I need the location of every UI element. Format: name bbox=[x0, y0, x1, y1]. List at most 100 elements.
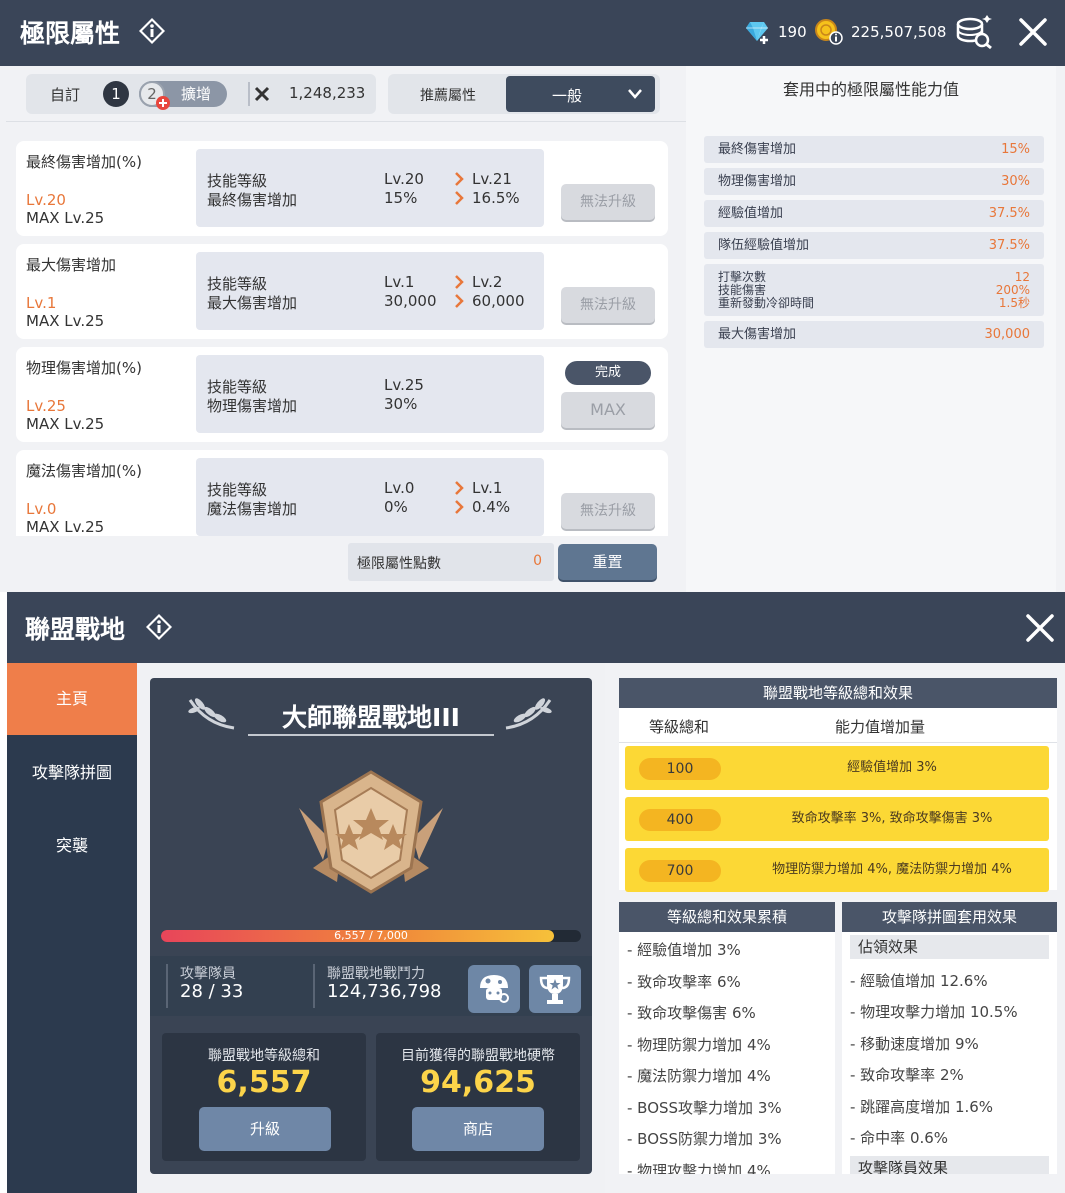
upgrade-button-disabled[interactable]: 無法升級 bbox=[561, 493, 655, 529]
members-detail-button[interactable] bbox=[468, 965, 520, 1013]
stat-card-physical-damage: 物理傷害增加(%) Lv.25 MAX Lv.25 技能等級 物理傷害增加 Lv… bbox=[16, 347, 668, 442]
current-value: 0% bbox=[384, 498, 408, 516]
puzzle-effects-panel: 攻擊隊拼圖套用效果 佔領效果 - 經驗值增加 12.6% - 物理攻擊力增加 1… bbox=[842, 902, 1057, 1174]
current-level: Lv.20 bbox=[384, 170, 424, 188]
points-label: 極限屬性點數 bbox=[357, 556, 441, 572]
crossed-swords-icon bbox=[254, 86, 270, 102]
coins-label: 目前獲得的聯盟戰地硬幣 bbox=[401, 1048, 555, 1064]
reset-button[interactable]: 重置 bbox=[558, 544, 657, 580]
chevron-right-icon bbox=[455, 275, 464, 289]
applied-title: 套用中的極限屬性能力值 bbox=[782, 80, 959, 99]
shop-button[interactable]: 商店 bbox=[412, 1107, 544, 1151]
add-icon bbox=[156, 96, 170, 110]
bottom-header: 聯盟戰地 bbox=[7, 592, 1065, 663]
recommend-label: 推薦屬性 bbox=[420, 88, 476, 104]
chevron-right-icon bbox=[455, 172, 464, 186]
level-total-box: 聯盟戰地等級總和 6,557 升級 bbox=[162, 1033, 366, 1161]
divider bbox=[313, 964, 315, 1008]
list-item: - 經驗值增加 12.6% bbox=[850, 972, 988, 990]
nav-item-home[interactable]: 主頁 bbox=[7, 663, 137, 735]
row-label-skill-level: 技能等級 bbox=[207, 378, 268, 396]
page-title: 極限屬性 bbox=[20, 19, 121, 48]
nav-item-raid[interactable]: 突襲 bbox=[7, 810, 137, 882]
chevron-right-icon bbox=[455, 294, 464, 308]
divider bbox=[248, 82, 250, 106]
max-button[interactable]: MAX bbox=[561, 392, 655, 428]
row-label-effect: 魔法傷害增加 bbox=[207, 500, 298, 518]
union-rank-card: 大師聯盟戰地III 6,557 / 7,000 攻擊隊員 28 / 33 聯盟戰… bbox=[150, 678, 592, 1174]
stat-name: 魔法傷害增加(%) bbox=[26, 462, 142, 480]
current-value: 15% bbox=[384, 189, 418, 207]
chevron-down-icon bbox=[628, 89, 642, 99]
applied-label: 物理傷害增加 bbox=[718, 174, 797, 189]
current-level: Lv.25 bbox=[384, 376, 424, 394]
applied-label: 最終傷害增加 bbox=[718, 142, 797, 157]
upgrade-button-disabled[interactable]: 無法升級 bbox=[561, 287, 655, 323]
applied-value: 1.5秒 bbox=[998, 296, 1030, 310]
rank-progress-text: 6,557 / 7,000 bbox=[334, 929, 408, 942]
separator bbox=[619, 742, 1057, 743]
members-value: 28 / 33 bbox=[180, 981, 244, 1002]
chevron-right-icon bbox=[455, 500, 464, 514]
cumulative-title: 等級總和效果累積 bbox=[619, 902, 835, 932]
row-label-skill-level: 技能等級 bbox=[207, 172, 268, 190]
puzzle-title: 攻擊隊拼圖套用效果 bbox=[842, 902, 1057, 932]
chevron-right-icon bbox=[455, 191, 464, 205]
close-icon[interactable] bbox=[1025, 613, 1055, 643]
coins-box: 目前獲得的聯盟戰地硬幣 94,625 商店 bbox=[376, 1033, 580, 1161]
recommend-dropdown[interactable]: 一般 bbox=[506, 76, 655, 112]
list-item: - 移動速度增加 9% bbox=[850, 1035, 979, 1053]
next-level: Lv.1 bbox=[472, 479, 503, 497]
coins-value: 94,625 bbox=[420, 1065, 536, 1100]
list-item: - 致命攻擊率 6% bbox=[627, 973, 741, 991]
level-threshold: 400 bbox=[639, 809, 721, 831]
separator bbox=[6, 121, 686, 122]
points-bar: 極限屬性點數 0 bbox=[348, 543, 554, 581]
attributes-list-area: 自訂 1 擴增 2 1,248,233 推薦屬性 一般 最終傷害增加(%) Lv… bbox=[6, 66, 686, 592]
row-label-skill-level: 技能等級 bbox=[207, 275, 268, 293]
list-item: - BOSS防禦力增加 3% bbox=[627, 1130, 782, 1148]
divider bbox=[166, 964, 168, 1008]
stat-max-level: MAX Lv.25 bbox=[26, 518, 105, 536]
stat-card-final-damage: 最終傷害增加(%) Lv.20 MAX Lv.25 技能等級 最終傷害增加 Lv… bbox=[16, 141, 668, 236]
meso-count: 225,507,508 bbox=[851, 23, 947, 41]
stat-max-level: MAX Lv.25 bbox=[26, 415, 105, 433]
close-icon[interactable] bbox=[1018, 17, 1048, 47]
nav-item-puzzle[interactable]: 攻擊隊拼圖 bbox=[7, 737, 137, 809]
level-effect-row: 400 致命攻擊率 3%, 致命攻擊傷害 3% bbox=[625, 797, 1049, 841]
occupy-effect-header: 佔領效果 bbox=[850, 935, 1049, 959]
list-item: - BOSS攻擊力增加 3% bbox=[627, 1099, 782, 1117]
mushroom-link-icon bbox=[480, 975, 510, 1003]
level-total-value: 6,557 bbox=[216, 1065, 312, 1100]
stat-level: Lv.20 bbox=[26, 191, 66, 209]
level-up-button[interactable]: 升級 bbox=[199, 1107, 331, 1151]
preset-1-button[interactable]: 1 bbox=[103, 81, 129, 107]
stat-name: 物理傷害增加(%) bbox=[26, 359, 142, 377]
stat-detail-box: 技能等級 最大傷害增加 Lv.1 30,000 Lv.2 60,000 bbox=[196, 252, 544, 330]
applied-value: 15% bbox=[1001, 142, 1030, 157]
stat-card-max-damage: 最大傷害增加 Lv.1 MAX Lv.25 技能等級 最大傷害增加 Lv.1 3… bbox=[16, 244, 668, 339]
ranking-button[interactable] bbox=[529, 965, 581, 1013]
current-value: 30,000 bbox=[384, 292, 437, 310]
info-icon[interactable] bbox=[145, 613, 173, 641]
applied-row: 物理傷害增加 30% bbox=[704, 168, 1044, 195]
stat-detail-box: 技能等級 魔法傷害增加 Lv.0 0% Lv.1 0.4% bbox=[196, 458, 544, 536]
row-label-effect: 最大傷害增加 bbox=[207, 294, 298, 312]
row-label-effect: 最終傷害增加 bbox=[207, 191, 298, 209]
level-effect-text: 致命攻擊率 3%, 致命攻擊傷害 3% bbox=[791, 811, 993, 826]
info-icon[interactable] bbox=[138, 17, 166, 45]
coin-search-icon[interactable] bbox=[954, 14, 994, 50]
title-underline bbox=[248, 734, 494, 736]
members-label: 攻擊隊員 bbox=[180, 966, 236, 982]
list-item: - 命中率 0.6% bbox=[850, 1129, 949, 1147]
complete-badge: 完成 bbox=[565, 361, 651, 385]
column-stat-increase: 能力值增加量 bbox=[835, 718, 926, 736]
applied-value: 30% bbox=[1001, 174, 1030, 189]
stat-detail-box: 技能等級 最終傷害增加 Lv.20 15% Lv.21 16.5% bbox=[196, 149, 544, 227]
applied-label: 隊伍經驗值增加 bbox=[718, 238, 810, 253]
page-title: 聯盟戰地 bbox=[25, 615, 126, 644]
points-value: 0 bbox=[533, 553, 542, 569]
extreme-attributes-panel: 極限屬性 190 225,507,508 自訂 1 擴增 2 1,248,233… bbox=[0, 0, 1065, 592]
dropdown-value: 一般 bbox=[552, 87, 583, 105]
upgrade-button-disabled[interactable]: 無法升級 bbox=[561, 184, 655, 220]
